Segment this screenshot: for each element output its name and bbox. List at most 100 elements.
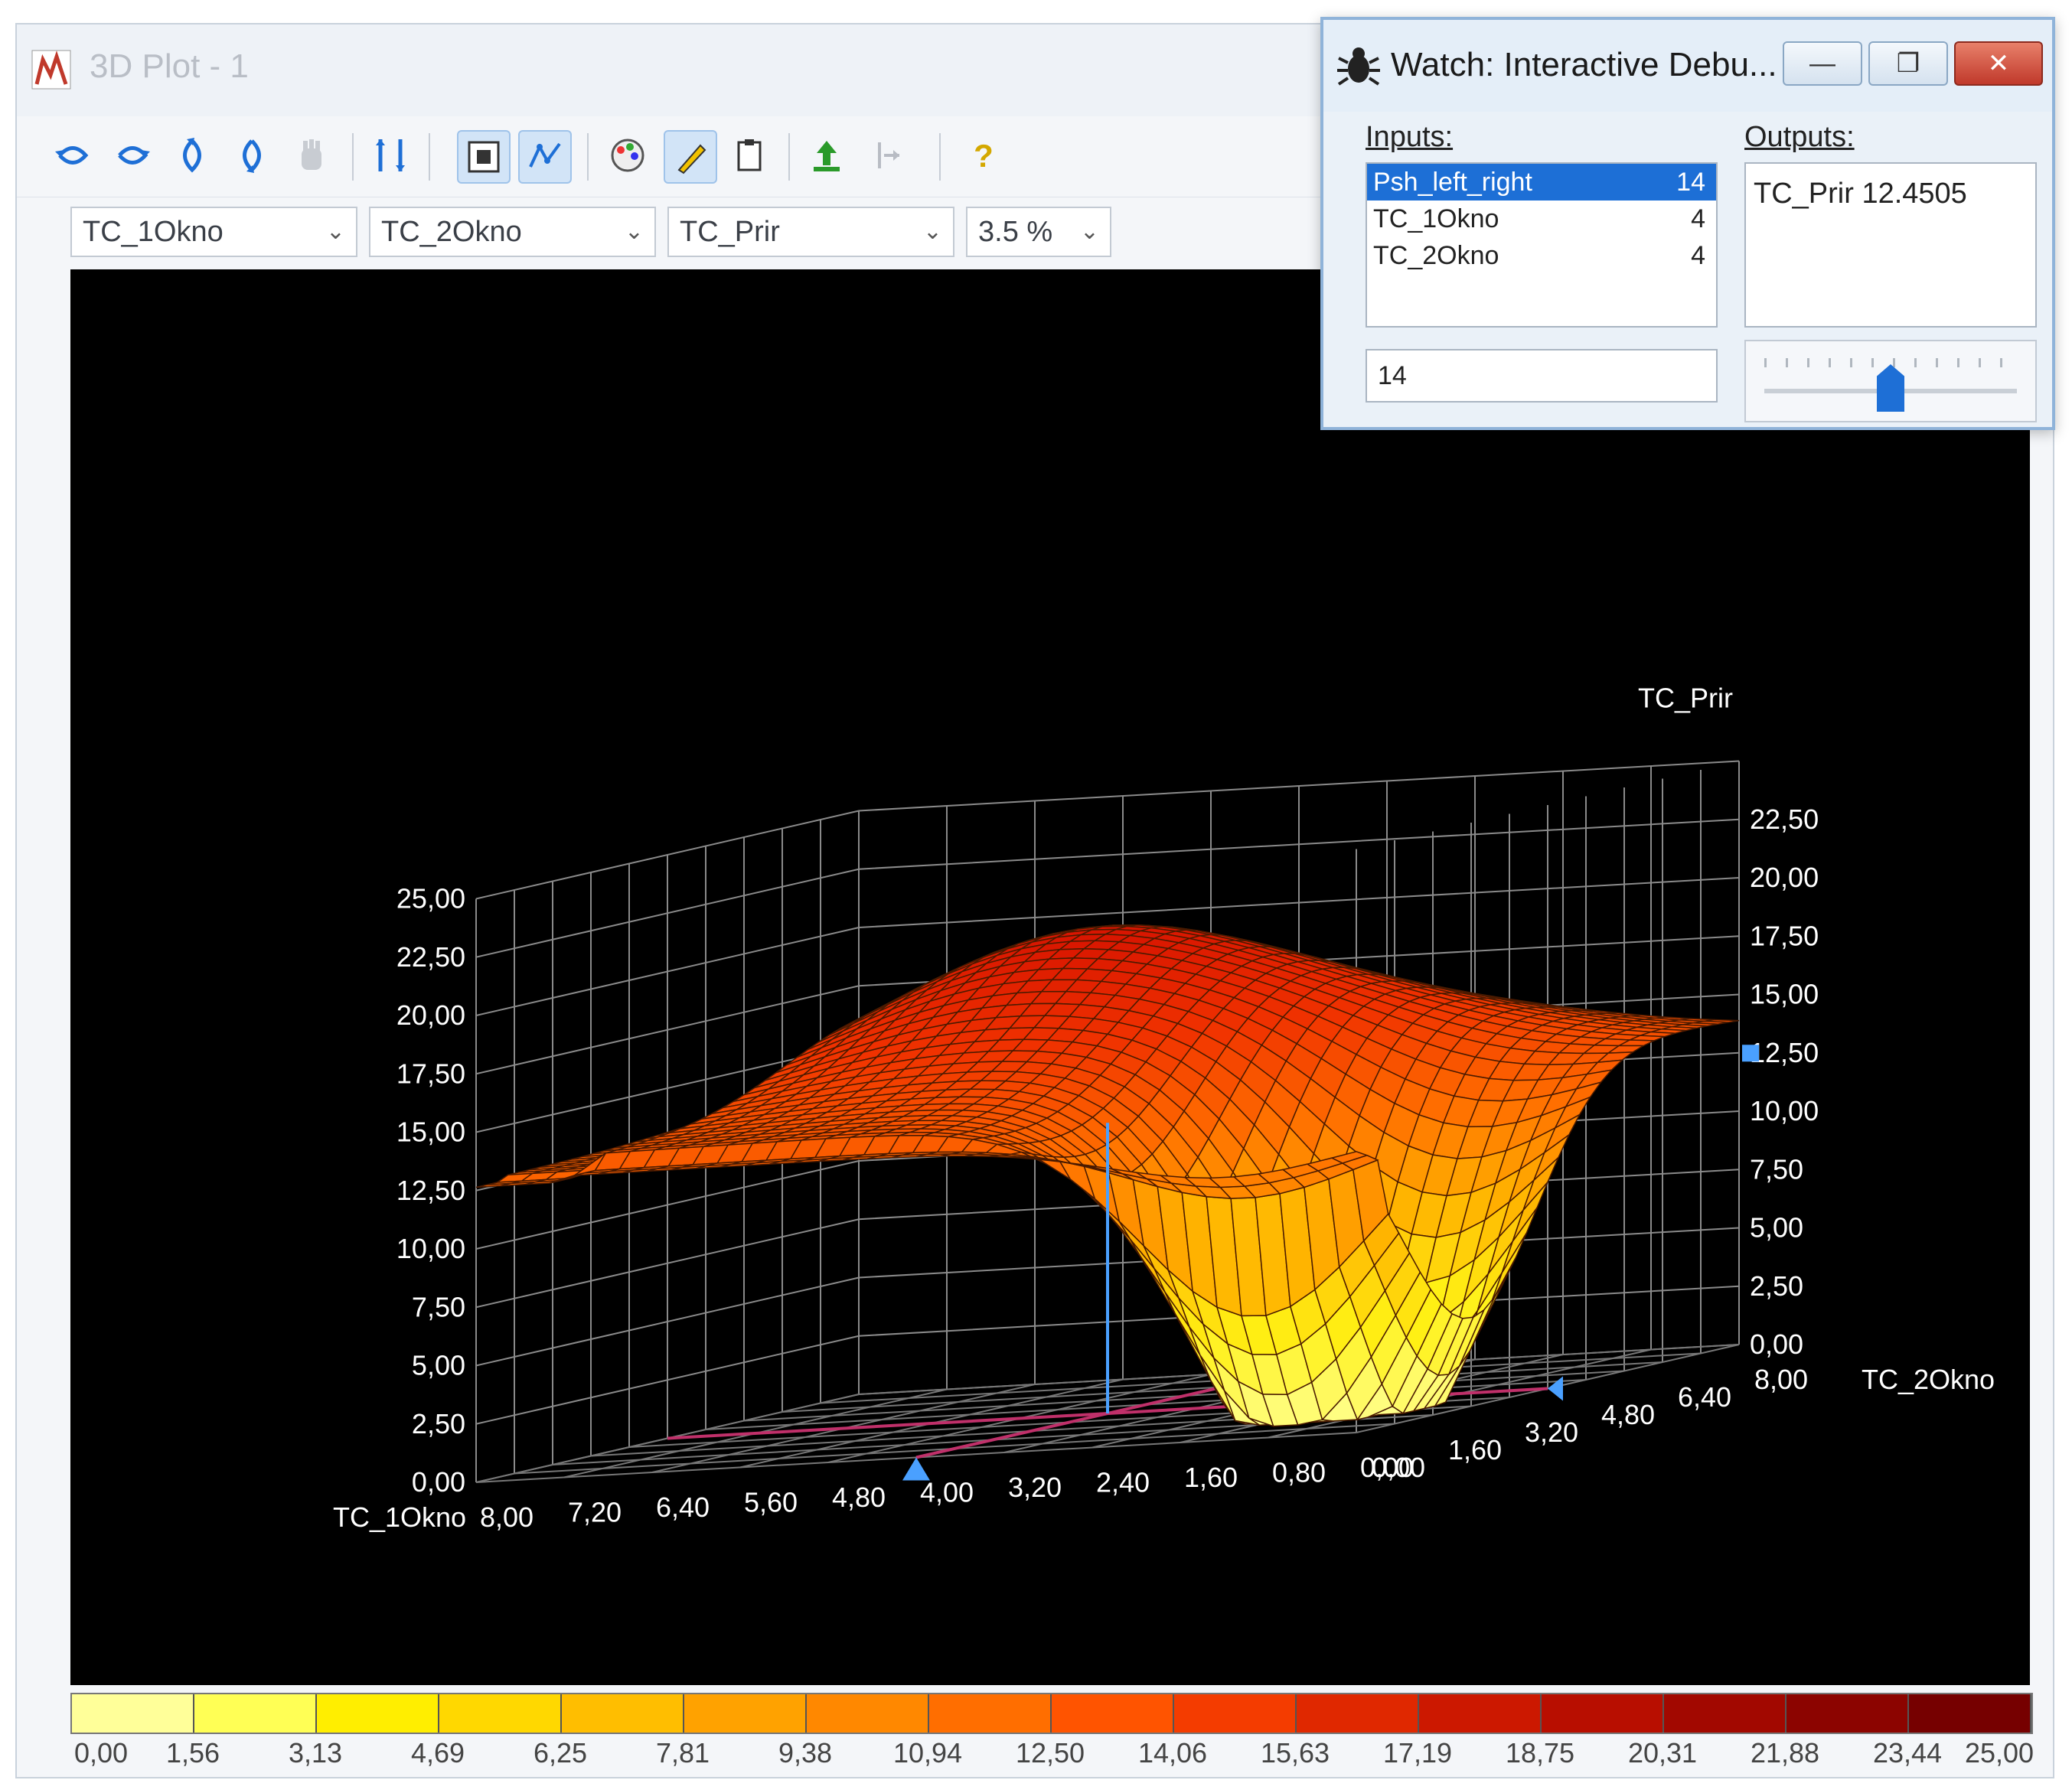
- plot-area[interactable]: 25,00 22,50 20,00 17,50 15,00 12,50 10,00 7,50 5…: [70, 269, 2030, 1685]
- rotate-left-button[interactable]: [47, 130, 98, 181]
- toolbar-separator: [587, 133, 589, 181]
- rotate-up-icon: [183, 138, 201, 173]
- minimize-button[interactable]: —: [1783, 41, 1862, 86]
- resolution-select-value: 3.5 %: [978, 216, 1053, 248]
- color-palette-icon: [611, 139, 644, 172]
- rotate-right-icon: [118, 146, 150, 165]
- color-scale-cell: [194, 1694, 317, 1733]
- cursor-y-marker: [1548, 1376, 1563, 1401]
- x-tick-label: 8,00: [480, 1501, 533, 1533]
- x-axis-label: TC_1Okno: [333, 1501, 466, 1533]
- color-scale-labels: 0,00 1,56 3,13 4,69 6,25 7,81 9,38 10,94 12,50 14…: [70, 1737, 2034, 1775]
- color-scale-label: 15,63: [1260, 1737, 1330, 1769]
- color-scale-label: 20,31: [1627, 1737, 1698, 1769]
- x-tick-label: 5,60: [744, 1487, 798, 1518]
- pan-hand-button[interactable]: [286, 130, 337, 181]
- toolbar-separator: [352, 133, 354, 181]
- y-tick-label: 1,60: [1448, 1434, 1502, 1465]
- z-tick-label: 22,50: [1750, 804, 1819, 835]
- inputs-list[interactable]: Psh_left_right 14 TC_1Okno 4 TC_2Okno 4: [1366, 162, 1718, 328]
- x-tick-label: 0,80: [1272, 1457, 1326, 1488]
- help-button[interactable]: ?: [958, 130, 1009, 181]
- x-tick-label: 6,40: [656, 1491, 710, 1523]
- color-scale-label: 14,06: [1137, 1737, 1208, 1769]
- rotate-up-button[interactable]: [167, 130, 217, 181]
- z-tick-label: 10,00: [396, 1233, 465, 1264]
- input-slider[interactable]: [1744, 340, 2037, 422]
- pen-highlight-icon: [677, 144, 706, 174]
- close-button[interactable]: ✕: [1954, 41, 2043, 86]
- color-scale-cell: [1664, 1694, 1786, 1733]
- step-button[interactable]: [863, 130, 913, 181]
- y-input-select[interactable]: TC_2Okno ⌄: [369, 207, 656, 257]
- trace-points-button[interactable]: [518, 130, 572, 184]
- color-scale-cell: [684, 1694, 807, 1733]
- color-scale-cell: [562, 1694, 684, 1733]
- export-up-button[interactable]: [801, 130, 852, 181]
- y-tick-label: 6,40: [1678, 1381, 1731, 1413]
- fit-view-button[interactable]: [457, 130, 511, 184]
- z-tick-label: 15,00: [396, 1117, 465, 1148]
- outputs-label: Outputs:: [1744, 121, 1855, 153]
- output-select[interactable]: TC_Prir ⌄: [667, 207, 954, 257]
- input-row[interactable]: TC_2Okno 4: [1367, 237, 1716, 274]
- rotate-down-button[interactable]: [227, 130, 277, 181]
- x-tick-label: 7,20: [568, 1497, 622, 1528]
- color-scale-label: 17,19: [1382, 1737, 1453, 1769]
- surface-plot[interactable]: 25,00 22,50 20,00 17,50 15,00 12,50 10,00 7,50 5…: [70, 269, 2030, 1685]
- help-icon: ?: [974, 138, 994, 174]
- x-tick-label: 2,40: [1096, 1467, 1150, 1498]
- color-scale-cell: [439, 1694, 562, 1733]
- color-scale-label: 9,38: [778, 1737, 833, 1769]
- color-scale-cell: [1052, 1694, 1174, 1733]
- window-title: 3D Plot - 1: [90, 47, 249, 85]
- trace-points-icon: [529, 142, 561, 168]
- color-scale-label: 10,94: [892, 1737, 963, 1769]
- export-up-icon: [814, 141, 840, 171]
- rotate-right-button[interactable]: [107, 130, 158, 181]
- pen-highlight-button[interactable]: [664, 130, 717, 184]
- x-input-select[interactable]: TC_1Okno ⌄: [70, 207, 357, 257]
- z-axis-label: TC_Prir: [1638, 683, 1733, 714]
- color-scale-label: 3,13: [288, 1737, 343, 1769]
- y-tick-label: 8,00: [1754, 1364, 1808, 1395]
- chevron-down-icon: ⌄: [1079, 219, 1099, 244]
- copy-clipboard-icon: [737, 139, 762, 171]
- color-scale-cell: [1297, 1694, 1419, 1733]
- input-value-field[interactable]: 14: [1366, 349, 1718, 403]
- copy-clipboard-button[interactable]: [725, 130, 775, 181]
- color-scale-label: 12,50: [1015, 1737, 1085, 1769]
- y-tick-label: 4,80: [1601, 1399, 1655, 1430]
- input-value: 4: [1691, 241, 1705, 270]
- y-tick-label: 0,00: [1372, 1452, 1425, 1483]
- axis-scale-button[interactable]: [365, 130, 416, 181]
- watch-title-bar[interactable]: Watch: Interactive Debu... — ❐ ✕: [1323, 20, 2052, 112]
- app-icon: [31, 50, 71, 90]
- color-scale-label: 21,88: [1750, 1737, 1820, 1769]
- color-palette-button[interactable]: [602, 130, 653, 181]
- chevron-down-icon: ⌄: [325, 219, 345, 244]
- axis-scale-icon: [376, 139, 405, 171]
- z-tick-label: 0,00: [412, 1466, 465, 1498]
- color-scale-label: 1,56: [165, 1737, 220, 1769]
- x-tick-label: 1,60: [1184, 1462, 1238, 1493]
- svg-text:?: ?: [974, 138, 994, 174]
- z-tick-label: 22,50: [396, 941, 465, 973]
- color-scale-label: 25,00: [1964, 1737, 2034, 1769]
- slider-thumb[interactable]: [1877, 364, 1904, 412]
- resolution-select[interactable]: 3.5 % ⌄: [966, 207, 1111, 257]
- input-name: TC_1Okno: [1373, 204, 1499, 233]
- toolbar-separator: [429, 133, 430, 181]
- restore-button[interactable]: ❐: [1868, 41, 1948, 86]
- x-tick-label: 4,80: [832, 1482, 886, 1513]
- z-tick-label: 12,50: [1750, 1037, 1819, 1068]
- watch-window[interactable]: Watch: Interactive Debu... — ❐ ✕ Inputs:…: [1320, 17, 2055, 430]
- color-scale-cell: [317, 1694, 439, 1733]
- y-tick-label: 3,20: [1525, 1417, 1578, 1448]
- output-value: TC_Prir 12.4505: [1754, 178, 1967, 210]
- minimize-icon: —: [1809, 48, 1835, 78]
- input-value: 14: [1676, 168, 1705, 197]
- input-row[interactable]: Psh_left_right 14: [1367, 164, 1716, 200]
- color-scale-label: 7,81: [655, 1737, 710, 1769]
- input-row[interactable]: TC_1Okno 4: [1367, 200, 1716, 237]
